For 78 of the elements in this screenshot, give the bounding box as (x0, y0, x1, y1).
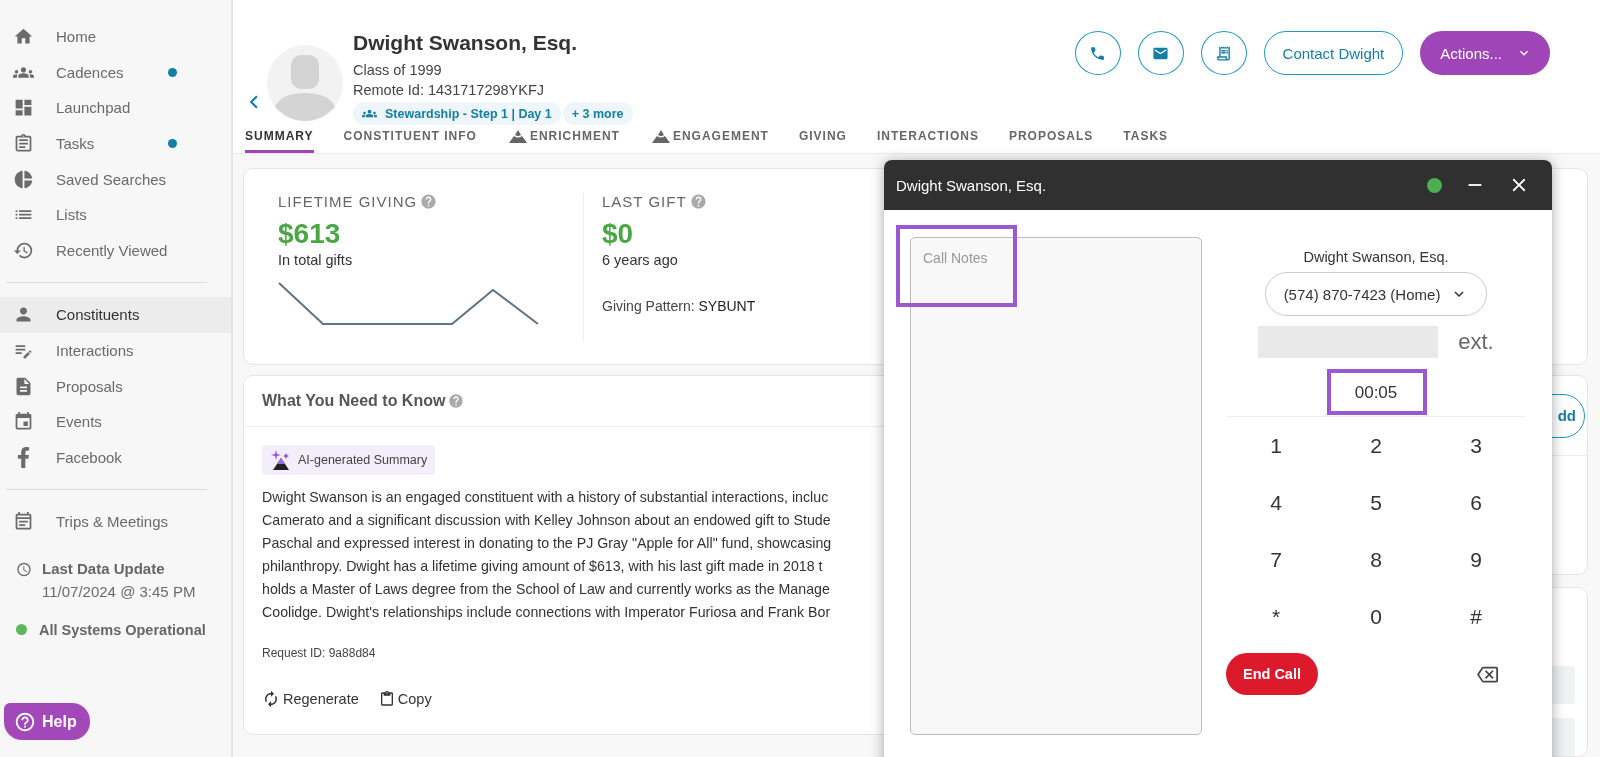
stat-title: LIFETIME GIVING (278, 193, 418, 210)
tab[interactable]: TASKS (1123, 129, 1169, 153)
remote-id: Remote Id: 1431717298YKFJ (353, 82, 546, 98)
phone-icon (1089, 44, 1107, 62)
card-title: What You Need to Know (262, 392, 446, 410)
keypad-key[interactable]: # (1426, 588, 1526, 645)
copy-button[interactable]: Copy (378, 690, 432, 708)
nav-item[interactable]: Trips & Meetings (0, 504, 231, 540)
help-icon (689, 193, 707, 210)
constituent-name: Dwight Swanson, Esq. (353, 31, 579, 55)
contact-button[interactable]: Contact Dwight (1263, 31, 1404, 75)
help-button[interactable]: Help (4, 703, 90, 740)
help-icon (14, 710, 36, 733)
keypad-key[interactable]: 5 (1326, 474, 1426, 531)
nav-item[interactable]: Lists (0, 196, 231, 233)
summary-paragraph: Dwight Swanson is an engaged constituent with a history of substantial interactions, incluc Camerato and a significant discussion with Kelley Johnson about an endowed gift to Stude Paschal and expressed interest in donating to the PJ Gray "Apple for All" fund, showcasing philanthropy. Dwight has a lifetime giving amount of $613, with his last gift made in 2018 t holds a Master of Laws degree from the School of Law and currently works as the Manage Coolidge. Dwight's relationships include connections with Imperator Furiosa and Frank Bor (262, 488, 833, 622)
email-button[interactable] (1137, 31, 1184, 75)
clipboard-icon (378, 691, 395, 707)
status-text: All Systems Operational (39, 621, 206, 638)
call-timer: 00:05 (1354, 382, 1398, 403)
keypad-key[interactable]: 2 (1326, 417, 1426, 474)
keypad-key[interactable]: 8 (1326, 531, 1426, 588)
stat-amount: $0 (602, 218, 634, 250)
tab[interactable]: CONSTITUENT INFO (343, 129, 477, 153)
tab[interactable]: PROPOSALS (1008, 129, 1094, 153)
nav-item[interactable]: Facebook (0, 439, 231, 476)
nav-item[interactable]: Launchpad (0, 90, 231, 126)
stat-amount: $613 (278, 218, 341, 250)
dialog-title: Dwight Swanson, Esq. (896, 176, 1047, 194)
avatar-icon (267, 45, 343, 121)
request-id: Request ID: 9a88d84 (262, 646, 377, 660)
task-button[interactable] (1200, 31, 1247, 75)
tab[interactable]: ENRICHMENT (506, 129, 620, 153)
tab[interactable]: GIVING (798, 129, 847, 153)
keypad-key[interactable]: 7 (1226, 531, 1326, 588)
stat-title: LAST GIFT (602, 193, 687, 210)
ext-label: ext. (1458, 329, 1494, 355)
keypad-key[interactable]: 4 (1226, 474, 1326, 531)
nav-item[interactable]: Constituents (0, 297, 231, 333)
nav-item[interactable]: Cadences (0, 54, 231, 91)
nav-item[interactable]: Proposals (0, 368, 231, 404)
nav-item[interactable]: Tasks (0, 125, 231, 162)
refresh-icon (262, 690, 280, 708)
mountain-icon (649, 129, 672, 143)
receipt-icon (1215, 44, 1233, 62)
class-year: Class of 1999 (353, 62, 443, 78)
help-icon (448, 393, 465, 409)
update-title: Last Data Update (42, 559, 166, 577)
keypad-key[interactable]: 9 (1426, 531, 1526, 588)
phone-button[interactable] (1074, 31, 1121, 75)
ai-badge: AI-generated Summary (262, 445, 436, 475)
nav-item[interactable]: Home (0, 19, 231, 55)
tab[interactable]: INTERACTIONS (876, 129, 979, 153)
nav-item[interactable]: Interactions (0, 332, 231, 369)
nav-item[interactable]: Events (0, 403, 231, 440)
actions-button[interactable]: Actions... (1420, 31, 1550, 75)
tab[interactable]: SUMMARY (245, 129, 314, 153)
cadence-chip[interactable]: Stewardship - Step 1 | Day 1 (353, 102, 561, 125)
clock-icon (16, 560, 32, 578)
regenerate-button[interactable]: Regenerate (262, 690, 359, 708)
update-time: 11/07/2024 @ 3:45 PM (42, 582, 196, 600)
call-notes-field[interactable]: Call Notes (910, 237, 1202, 735)
keypad-key[interactable]: 6 (1426, 474, 1526, 531)
stat-caption: 6 years ago (602, 252, 678, 268)
giving-pattern: Giving Pattern: SYBUNT (602, 298, 756, 314)
keypad-key[interactable]: * (1226, 588, 1326, 645)
mountain-icon (506, 129, 529, 143)
stat-caption: In total gifts (278, 252, 353, 268)
pie-chart-icon (12, 168, 34, 190)
cadence-chip[interactable]: + 3 more (562, 102, 633, 125)
keypad-key[interactable]: 1 (1226, 417, 1326, 474)
keypad-key[interactable]: 0 (1326, 588, 1426, 645)
nav-item[interactable]: Saved Searches (0, 161, 231, 197)
end-call-button[interactable]: End Call (1226, 653, 1318, 695)
tab[interactable]: ENGAGEMENT (649, 129, 769, 153)
nav-item[interactable]: Recently Viewed (0, 232, 231, 269)
help-icon (420, 193, 438, 210)
contact-name: Dwight Swanson, Esq. (1303, 249, 1449, 265)
